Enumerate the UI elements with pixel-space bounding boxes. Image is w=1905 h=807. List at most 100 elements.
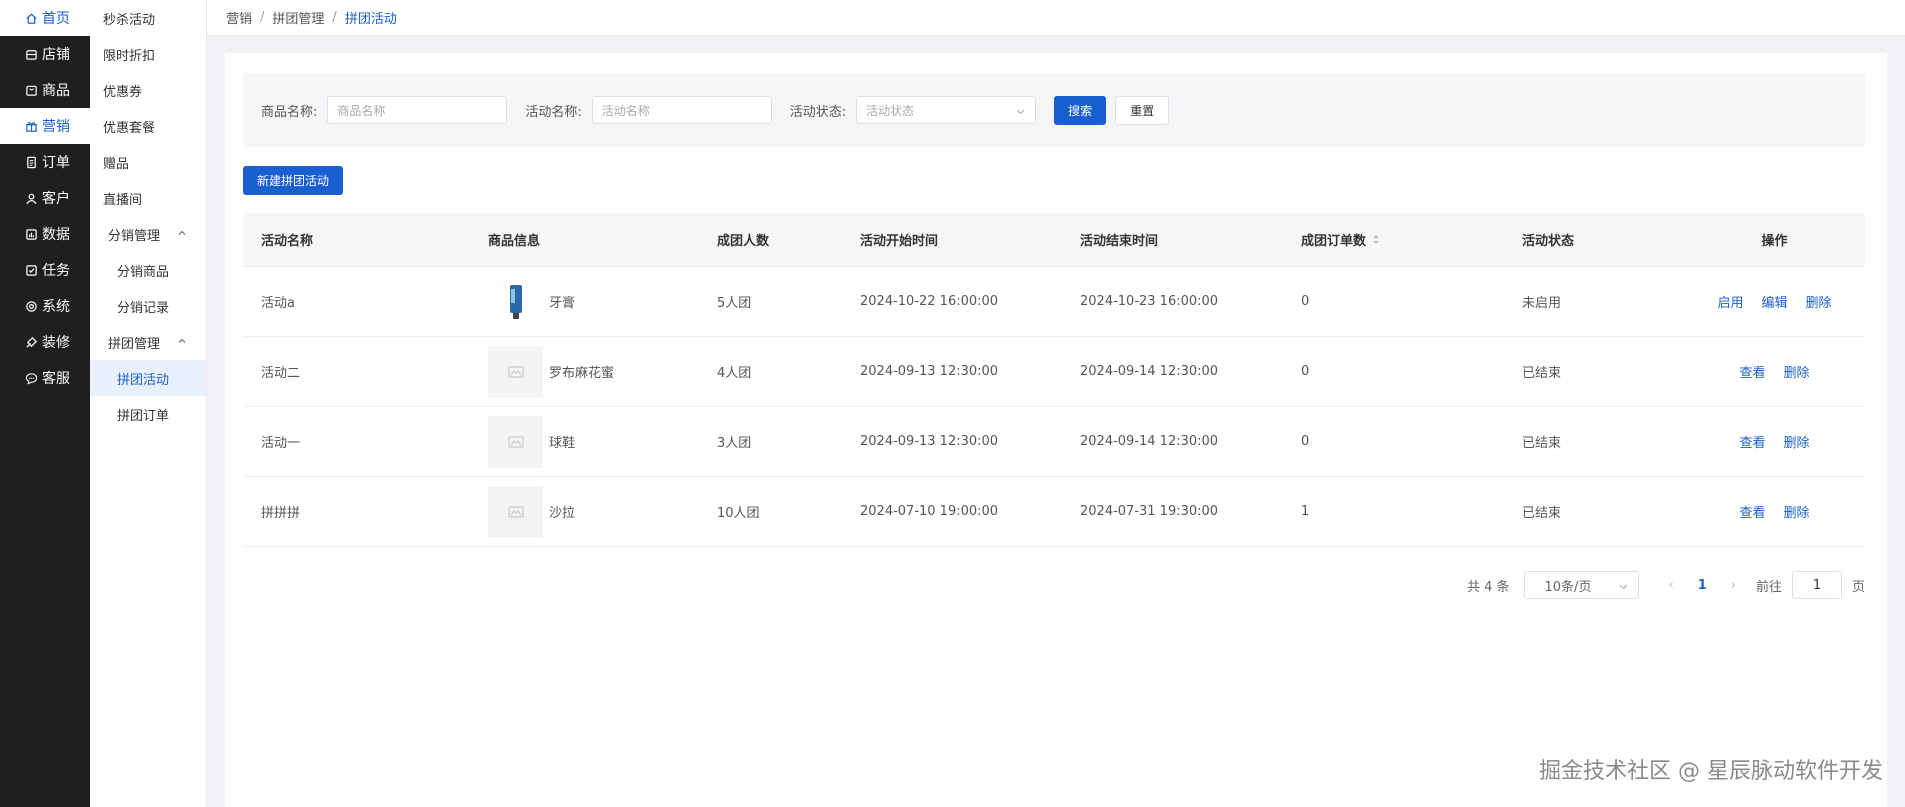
- cell-product-info: 沙拉: [470, 485, 699, 538]
- product-name: 球鞋: [549, 436, 576, 451]
- header-order-count[interactable]: 成团订单数: [1283, 230, 1504, 249]
- goto-page-input[interactable]: 1: [1791, 571, 1842, 599]
- page-size-value: 10条/页: [1544, 579, 1592, 595]
- submenu-item-distribution-goods[interactable]: 分销商品: [90, 252, 206, 288]
- product-name: 罗布麻花蜜: [549, 366, 615, 381]
- activity-status-label: 活动状态:: [789, 104, 847, 120]
- page-size-select[interactable]: 10条/页: [1523, 571, 1639, 599]
- cell-order-count: 0: [1301, 294, 1310, 309]
- submenu-item-group-buy-activity[interactable]: 拼团活动: [90, 360, 206, 396]
- page-number-current[interactable]: 1: [1698, 578, 1707, 593]
- chat-icon: [24, 371, 38, 385]
- nav-item-system[interactable]: 系统: [0, 288, 90, 324]
- activity-name-placeholder: 活动名称: [601, 103, 650, 118]
- pagination: 共 4 条 10条/页 ‹ 1 › 前往 1 页: [1467, 571, 1865, 599]
- submenu-item-bundle[interactable]: 优惠套餐: [90, 108, 206, 144]
- view-link[interactable]: 查看: [1739, 432, 1765, 451]
- chevron-up-icon: [178, 338, 186, 343]
- view-link[interactable]: 查看: [1739, 502, 1765, 521]
- nav-item-store[interactable]: 店铺: [0, 36, 90, 72]
- activity-name-input[interactable]: 活动名称: [591, 96, 772, 124]
- nav-item-customer[interactable]: 客户: [0, 180, 90, 216]
- reset-button[interactable]: 重置: [1115, 95, 1170, 125]
- cell-actions: 启用 编辑 删除: [1684, 292, 1865, 311]
- product-name-input[interactable]: 商品名称: [327, 96, 508, 124]
- breadcrumb-item[interactable]: 营销: [226, 8, 252, 27]
- content-panel: 商品名称: 商品名称 活动名称: 活动名称 活动状态: 活动状态 搜索 重置 新…: [225, 53, 1887, 807]
- enable-link[interactable]: 启用: [1717, 292, 1743, 311]
- toothpaste-image: [509, 284, 522, 319]
- header-status: 活动状态: [1522, 234, 1575, 249]
- header-group-size: 成团人数: [717, 234, 770, 249]
- settings-icon: [24, 299, 38, 313]
- delete-link[interactable]: 删除: [1784, 432, 1810, 451]
- view-link[interactable]: 查看: [1739, 362, 1765, 381]
- nav-item-data[interactable]: 数据: [0, 216, 90, 252]
- product-thumbnail: [488, 485, 543, 538]
- cell-group-size: 5人团: [717, 296, 752, 311]
- cell-activity-name: 活动a: [261, 296, 295, 311]
- submenu-item-gift[interactable]: 赠品: [90, 144, 206, 180]
- cell-start-time: 2024-07-10 19:00:00: [860, 504, 999, 519]
- nav-item-label: 商品: [42, 83, 70, 99]
- nav-item-decorate[interactable]: 装修: [0, 324, 90, 360]
- goto-label: 前往: [1755, 579, 1782, 595]
- cell-activity-name: 活动一: [261, 436, 301, 451]
- header-end-time: 活动结束时间: [1080, 234, 1159, 249]
- delete-link[interactable]: 删除: [1784, 502, 1810, 521]
- product-thumbnail: [488, 415, 543, 468]
- chevron-up-icon: [178, 230, 186, 235]
- search-button[interactable]: 搜索: [1054, 95, 1107, 125]
- next-page-icon[interactable]: ›: [1731, 578, 1736, 593]
- delete-link[interactable]: 删除: [1806, 292, 1832, 311]
- edit-link[interactable]: 编辑: [1761, 292, 1787, 311]
- prev-page-icon[interactable]: ‹: [1669, 578, 1674, 593]
- filter-bar: 商品名称: 商品名称 活动名称: 活动名称 活动状态: 活动状态 搜索 重置: [243, 73, 1865, 147]
- table-header: 活动名称 商品信息 成团人数 活动开始时间 活动结束时间 成团订单数 活动状态 …: [243, 213, 1865, 267]
- delete-link[interactable]: 删除: [1784, 362, 1810, 381]
- nav-item-task[interactable]: 任务: [0, 252, 90, 288]
- marketing-submenu: 秒杀活动 限时折扣 优惠券 优惠套餐 赠品 直播间 分销管理 分销商品 分销记录…: [90, 0, 207, 807]
- nav-item-home[interactable]: 首页: [0, 0, 90, 36]
- submenu-item-distribution-records[interactable]: 分销记录: [90, 288, 206, 324]
- nav-item-label: 客户: [42, 191, 70, 207]
- cell-actions: 查看 删除: [1684, 362, 1865, 381]
- table-row: 活动二 罗布麻花蜜 4人团 2024-09-13 12:30:00 2024-0…: [243, 337, 1865, 407]
- activity-status-select[interactable]: 活动状态: [856, 96, 1037, 124]
- nav-item-label: 订单: [42, 155, 70, 171]
- submenu-item-seckill[interactable]: 秒杀活动: [90, 0, 206, 36]
- product-name: 沙拉: [549, 506, 576, 521]
- customer-icon: [24, 191, 38, 205]
- nav-item-service[interactable]: 客服: [0, 360, 90, 396]
- nav-item-order[interactable]: 订单: [0, 144, 90, 180]
- store-icon: [24, 47, 38, 61]
- cell-order-count: 0: [1301, 364, 1310, 379]
- cell-product-info: 球鞋: [470, 415, 699, 468]
- submenu-group-group-buy[interactable]: 拼团管理: [90, 324, 206, 360]
- cell-order-count: 0: [1301, 434, 1310, 449]
- total-count: 共 4 条: [1466, 579, 1510, 595]
- submenu-group-distribution[interactable]: 分销管理: [90, 216, 206, 252]
- nav-item-label: 营销: [42, 119, 70, 135]
- product-name: 牙膏: [549, 296, 576, 311]
- submenu-item-group-buy-orders[interactable]: 拼团订单: [90, 396, 206, 432]
- cell-end-time: 2024-10-23 16:00:00: [1080, 294, 1219, 309]
- cell-product-info: 罗布麻花蜜: [470, 345, 699, 398]
- submenu-item-coupon[interactable]: 优惠券: [90, 72, 206, 108]
- sort-icon[interactable]: [1372, 234, 1380, 245]
- nav-item-marketing[interactable]: 营销: [0, 108, 90, 144]
- submenu-item-limited-discount[interactable]: 限时折扣: [90, 36, 206, 72]
- cell-order-count: 1: [1301, 504, 1310, 519]
- cell-product-info: 牙膏: [470, 275, 699, 328]
- task-icon: [24, 263, 38, 277]
- submenu-item-live[interactable]: 直播间: [90, 180, 206, 216]
- header-actions: 操作: [1761, 234, 1788, 249]
- image-placeholder-icon: [507, 435, 524, 448]
- nav-item-label: 装修: [42, 335, 70, 351]
- cell-activity-name: 拼拼拼: [261, 506, 301, 521]
- table-row: 拼拼拼 沙拉 10人团 2024-07-10 19:00:00 2024-07-…: [243, 477, 1865, 547]
- breadcrumb-item[interactable]: 拼团管理: [272, 8, 324, 27]
- cell-status: 未启用: [1522, 296, 1562, 311]
- new-group-buy-button[interactable]: 新建拼团活动: [243, 166, 344, 195]
- nav-item-goods[interactable]: 商品: [0, 72, 90, 108]
